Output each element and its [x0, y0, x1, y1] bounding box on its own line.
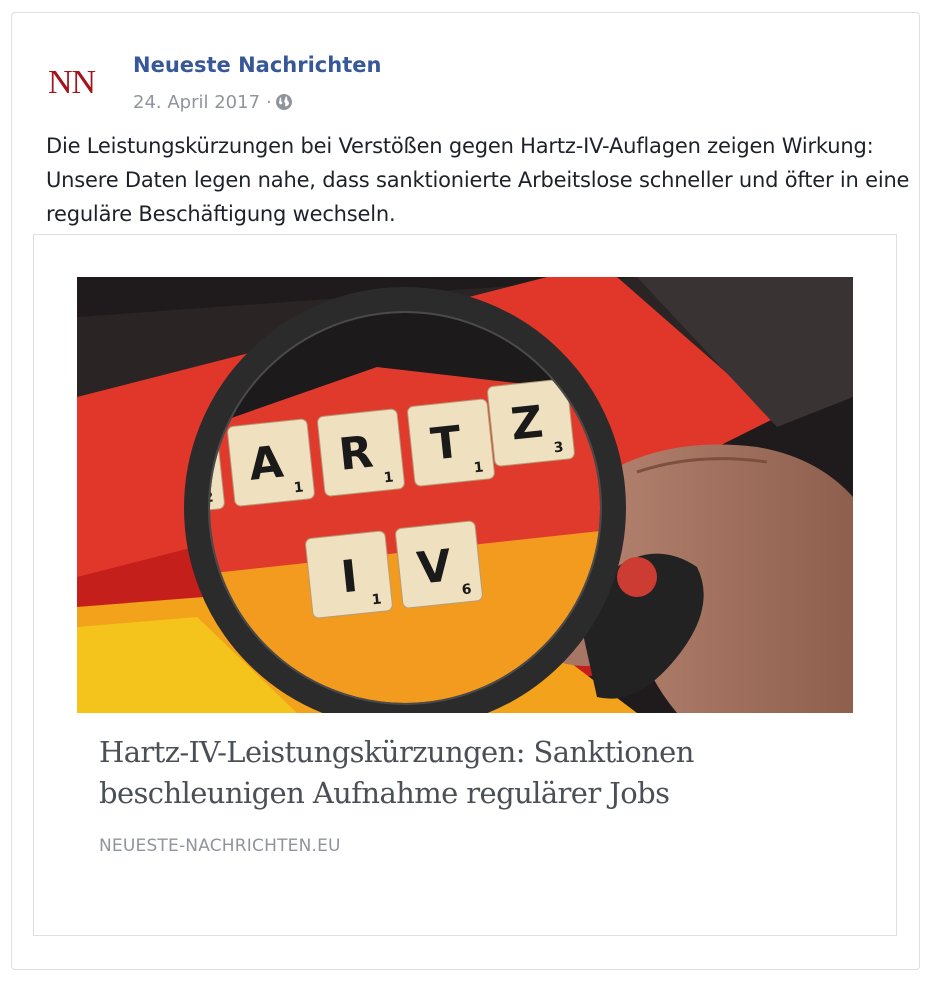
page-name-link[interactable]: Neueste Nachrichten [133, 53, 381, 77]
svg-text:3: 3 [553, 439, 564, 456]
avatar[interactable]: NN [48, 63, 112, 103]
svg-text:Z: Z [508, 396, 545, 450]
svg-text:1: 1 [473, 459, 484, 476]
post-date-link[interactable]: 24. April 2017 [133, 92, 260, 113]
post-text: Die Leistungskürzungen bei Verstößen geg… [46, 134, 910, 226]
post-meta: 24. April 2017 · [133, 89, 293, 115]
link-image[interactable]: H2 A1 R1 T1 Z3 [77, 277, 853, 713]
svg-text:1: 1 [371, 591, 382, 608]
link-domain: NEUESTE-NACHRICHTEN.EU [99, 836, 341, 856]
link-preview-card[interactable]: H2 A1 R1 T1 Z3 [33, 234, 897, 936]
svg-text:V: V [415, 540, 454, 594]
svg-text:T: T [428, 417, 463, 471]
globe-icon[interactable] [275, 93, 293, 111]
meta-separator: · [266, 91, 272, 113]
svg-text:R: R [336, 426, 375, 480]
svg-text:1: 1 [383, 469, 394, 486]
svg-text:6: 6 [461, 581, 472, 598]
svg-text:1: 1 [293, 479, 304, 496]
svg-text:A: A [246, 436, 285, 490]
link-title[interactable]: Hartz-IV-Leistungskürzungen: Sanktionen … [99, 732, 859, 814]
